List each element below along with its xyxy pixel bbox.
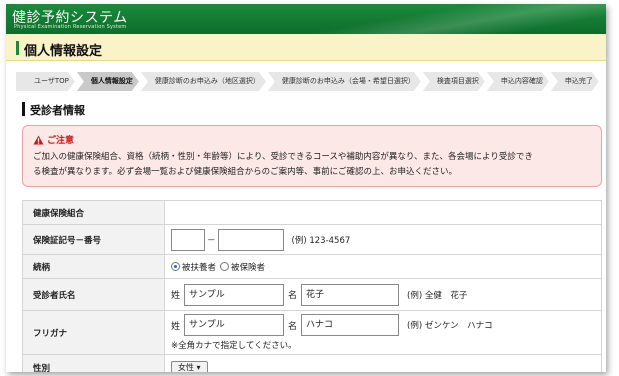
first-name-label: 名 [288, 291, 298, 301]
caution-notice: ご注意 ご加入の健康保険組合、資格（続柄・性別・年齢等）により、受診できるコース… [22, 125, 602, 187]
insurance-symbol-input[interactable] [171, 228, 205, 251]
relationship-label: 続柄 [22, 254, 165, 279]
name-label: 受診者氏名 [22, 278, 165, 311]
insurer-label: 健康保険組合 [22, 200, 165, 225]
notice-heading: ご注意 [33, 133, 74, 146]
insurance-number-input[interactable] [217, 228, 284, 251]
breadcrumb-step-exam-items: 検査項目選択 [423, 72, 485, 91]
page-title-band: 個人情報設定 [6, 34, 606, 61]
radio-dependent[interactable] [171, 262, 180, 271]
kana-label: フリガナ [22, 310, 165, 355]
examinee-form: 健康保険組合 保険証記号－番号 － (例) 123-4567 続柄 被扶養者 被… [22, 200, 602, 372]
notice-line-2: る検査が異なります。必ず会場一覧および健康保険組合からのご案内等、事前にご確認の… [33, 167, 457, 177]
breadcrumb-step-region: 健康診断のお申込み（地区選択） [141, 72, 266, 91]
radio-dependent-label[interactable]: 被扶養者 [182, 261, 216, 273]
row-insurance-number: 保険証記号－番号 － (例) 123-4567 [22, 224, 602, 255]
row-gender: 性別 女性 ▾ [22, 354, 602, 372]
header-decoration [276, 4, 606, 34]
breadcrumb-step-personal-info: 個人情報設定 [77, 72, 139, 91]
name-example: (例) 全健 花子 [407, 290, 468, 301]
page-title: 個人情報設定 [24, 44, 103, 59]
row-name: 受診者氏名 姓 サンプル 名 花子 (例) 全健 花子 [22, 278, 602, 311]
kana-first-input[interactable]: ハナコ [301, 314, 400, 336]
kana-last-input[interactable]: サンプル [184, 314, 285, 336]
browser-frame: 健診予約システム Physical Examination Reservatio… [6, 4, 606, 372]
section-accent-bar [22, 102, 25, 116]
kana-last-label: 姓 [171, 321, 181, 332]
gender-selected-value: 女性 [178, 362, 194, 372]
breadcrumb-step-venue-date: 健康診断のお申込み（会場・希望日選択） [268, 72, 421, 91]
breadcrumb-step-confirm: 申込内容確認 [487, 72, 549, 91]
kana-example: (例) ゼンケン ハナコ [407, 321, 493, 331]
first-name-input[interactable]: 花子 [301, 283, 400, 306]
gender-label: 性別 [22, 354, 165, 372]
insurance-separator: － [207, 235, 216, 246]
kana-note: ※全角カナで指定してください。 [171, 341, 297, 351]
radio-insured[interactable] [220, 262, 230, 271]
notice-title: ご注意 [47, 136, 75, 146]
breadcrumb-step-user-top[interactable]: ユーザTOP [16, 72, 75, 91]
kana-first-label: 名 [288, 321, 298, 332]
warning-icon [33, 134, 44, 145]
insurer-value [164, 200, 602, 225]
app-logo-subtitle: Physical Examination Reservation System [14, 24, 127, 30]
insurance-number-label: 保険証記号－番号 [22, 224, 165, 255]
row-insurer: 健康保険組合 [22, 200, 602, 225]
insurance-number-example: (例) 123-4567 [291, 235, 351, 246]
row-relationship: 続柄 被扶養者 被保険者 [22, 254, 602, 279]
app-header: 健診予約システム Physical Examination Reservatio… [6, 4, 606, 34]
last-name-input[interactable]: サンプル [184, 283, 285, 306]
section-title: 受診者情報 [30, 104, 85, 117]
notice-line-1: ご加入の健康保険組合、資格（続柄・性別・年齢等）により、受診できるコースや補助内… [33, 152, 533, 162]
chevron-down-icon: ▾ [196, 362, 201, 372]
notice-body: ご加入の健康保険組合、資格（続柄・性別・年齢等）により、受診できるコースや補助内… [33, 150, 595, 180]
row-kana: フリガナ 姓 サンプル 名 ハナコ (例) ゼンケン ハナコ ※全角カナで指定し… [22, 310, 602, 355]
last-name-label: 姓 [171, 291, 181, 301]
breadcrumb: ユーザTOP 個人情報設定 健康診断のお申込み（地区選択） 健康診断のお申込み（… [16, 72, 606, 91]
title-accent-bar [16, 41, 19, 55]
gender-select[interactable]: 女性 ▾ [171, 360, 208, 372]
radio-insured-label[interactable]: 被保険者 [231, 261, 265, 273]
breadcrumb-step-complete: 申込完了 [551, 72, 599, 91]
